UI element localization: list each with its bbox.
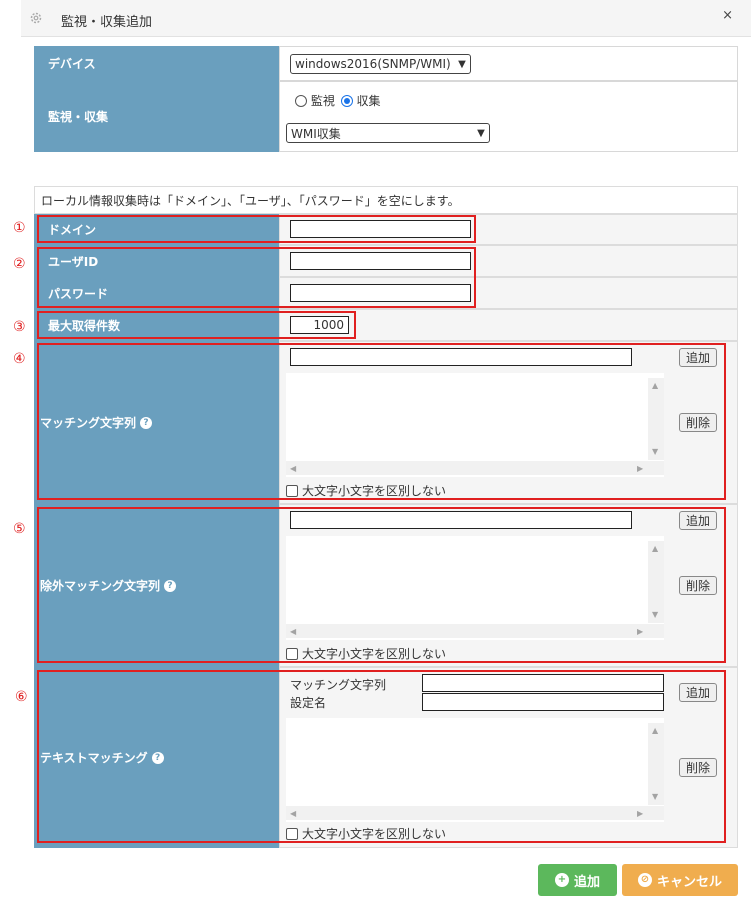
note-text: ローカル情報収集時は「ドメイン」、「ユーザ」、「パスワード」を空にします。 <box>41 194 460 208</box>
mode-radio-group: 監視 収集 <box>295 92 381 109</box>
close-icon[interactable]: × <box>722 8 733 23</box>
chevron-down-icon: ▼ <box>458 58 466 70</box>
domain-input[interactable] <box>290 220 471 238</box>
add-button[interactable]: + 追加 <box>538 864 617 896</box>
plus-circle-icon: + <box>554 873 569 887</box>
radio-collect-label: 収集 <box>356 94 381 108</box>
marker-3: ③ <box>13 319 26 335</box>
checkbox[interactable] <box>286 484 298 497</box>
user-label: ユーザID <box>34 245 279 277</box>
scroll-right-icon[interactable]: ▶ <box>637 809 643 818</box>
max-count-label: 最大取得件数 <box>34 309 279 341</box>
max-count-input[interactable]: 1000 <box>290 316 349 334</box>
text-match-ignore-case[interactable]: 大文字小文字を区別しない <box>286 825 446 842</box>
radio-monitor-label: 監視 <box>310 94 335 108</box>
match-input[interactable] <box>290 348 632 366</box>
radio-collect[interactable] <box>340 95 353 107</box>
dialog-titlebar: 監視・収集追加 × <box>21 0 751 37</box>
marker-1: ① <box>13 220 26 236</box>
marker-4: ④ <box>13 351 26 367</box>
match-ignore-case[interactable]: 大文字小文字を区別しない <box>286 482 446 499</box>
scroll-up-icon[interactable]: ▲ <box>652 544 658 553</box>
gear-icon <box>30 12 42 24</box>
radio-monitor[interactable] <box>295 95 307 107</box>
text-match-hscroll[interactable] <box>286 806 664 820</box>
scroll-up-icon[interactable]: ▲ <box>652 381 658 390</box>
scroll-right-icon[interactable]: ▶ <box>637 627 643 636</box>
device-select-value: windows2016(SNMP/WMI) <box>295 57 451 71</box>
scroll-up-icon[interactable]: ▲ <box>652 726 658 735</box>
checkbox-label: 大文字小文字を区別しない <box>302 827 447 841</box>
chevron-down-icon: ▼ <box>477 127 485 139</box>
text-match-setting-label: 設定名 <box>290 696 327 710</box>
checkbox-label: 大文字小文字を区別しない <box>302 484 447 498</box>
match-delete-button[interactable]: 削除 <box>679 413 717 432</box>
marker-2: ② <box>13 256 26 272</box>
password-label: パスワード <box>34 277 279 309</box>
marker-5: ⑤ <box>13 521 26 537</box>
method-select[interactable]: WMI収集 ▼ <box>286 123 490 143</box>
scroll-down-icon[interactable]: ▼ <box>652 792 658 801</box>
scroll-left-icon[interactable]: ◀ <box>290 809 296 818</box>
match-hscroll[interactable] <box>286 461 664 475</box>
checkbox[interactable] <box>286 827 298 840</box>
password-input[interactable] <box>290 284 471 302</box>
help-icon[interactable]: ? <box>151 751 164 764</box>
exclude-delete-button[interactable]: 削除 <box>679 576 717 595</box>
exclude-label: 除外マッチング文字列? <box>34 504 279 667</box>
ban-icon: ⊘ <box>637 873 652 887</box>
text-match-label: テキストマッチング? <box>34 667 279 848</box>
help-icon[interactable]: ? <box>164 579 177 592</box>
text-match-add-button[interactable]: 追加 <box>679 683 717 702</box>
scroll-right-icon[interactable]: ▶ <box>637 464 643 473</box>
match-label: マッチング文字列? <box>34 341 279 504</box>
method-select-value: WMI収集 <box>291 126 341 141</box>
device-label: デバイス <box>34 46 279 81</box>
match-add-button[interactable]: 追加 <box>679 348 717 367</box>
text-match-delete-button[interactable]: 削除 <box>679 758 717 777</box>
dialog-title: 監視・収集追加 <box>61 15 153 30</box>
exclude-input[interactable] <box>290 511 632 529</box>
help-icon[interactable]: ? <box>140 416 153 429</box>
cancel-button[interactable]: ⊘ キャンセル <box>622 864 738 896</box>
text-match-setting-input[interactable] <box>422 693 664 711</box>
scroll-down-icon[interactable]: ▼ <box>652 447 658 456</box>
exclude-ignore-case[interactable]: 大文字小文字を区別しない <box>286 645 446 662</box>
checkbox-label: 大文字小文字を区別しない <box>302 647 447 661</box>
device-select[interactable]: windows2016(SNMP/WMI) ▼ <box>290 54 471 74</box>
checkbox[interactable] <box>286 647 298 660</box>
exclude-hscroll[interactable] <box>286 624 664 638</box>
scroll-left-icon[interactable]: ◀ <box>290 627 296 636</box>
mode-label: 監視・収集 <box>34 81 279 152</box>
scroll-down-icon[interactable]: ▼ <box>652 610 658 619</box>
user-input[interactable] <box>290 252 471 270</box>
text-match-match-label: マッチング文字列 <box>290 678 387 692</box>
exclude-add-button[interactable]: 追加 <box>679 511 717 530</box>
marker-6: ⑥ <box>15 689 28 705</box>
scroll-left-icon[interactable]: ◀ <box>290 464 296 473</box>
text-match-match-input[interactable] <box>422 674 664 692</box>
domain-label: ドメイン <box>34 214 279 245</box>
